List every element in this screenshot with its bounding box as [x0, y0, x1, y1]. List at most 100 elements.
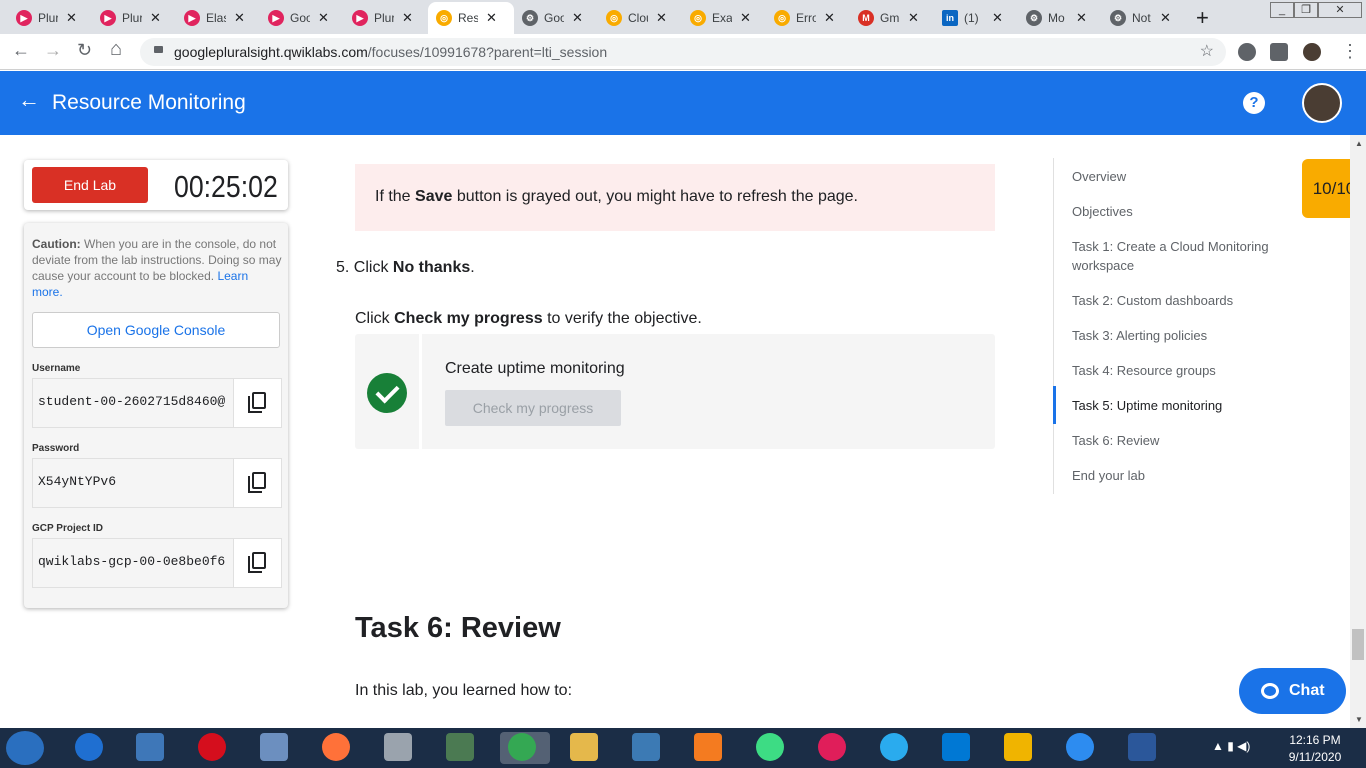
qwiklabs-favicon-icon: ◎ [436, 10, 452, 26]
tab-close-icon[interactable]: ✕ [740, 10, 751, 26]
tab-close-icon[interactable]: ✕ [486, 10, 497, 26]
system-tray[interactable]: ▲ ▮ ◀) [1212, 739, 1250, 753]
toc-item-overview[interactable]: Overview [1072, 167, 1287, 186]
lab-timer: 00:25:02 [174, 169, 278, 204]
tab-close-icon[interactable]: ✕ [824, 10, 835, 26]
check-my-progress-button[interactable]: Check my progress [445, 390, 621, 426]
android-studio-icon[interactable] [756, 733, 784, 761]
app-icon[interactable] [1066, 733, 1094, 761]
reload-icon[interactable]: ↻ [77, 40, 92, 61]
toc-item-task-4[interactable]: Task 4: Resource groups [1072, 361, 1287, 380]
browser-tab[interactable]: ⚙ Mo ✕ [1018, 2, 1102, 34]
back-arrow-icon[interactable]: ← [18, 87, 40, 113]
pluralsight-favicon-icon: ▶ [184, 10, 200, 26]
puzzle-extensions-icon[interactable] [1270, 43, 1288, 61]
browser-tab[interactable]: M Gm ✕ [850, 2, 934, 34]
copy-icon[interactable] [233, 539, 281, 587]
copy-icon[interactable] [233, 379, 281, 427]
scroll-down-icon[interactable]: ▼ [1355, 715, 1363, 724]
back-arrow-icon[interactable]: ← [12, 40, 30, 61]
remote-desktop-icon[interactable] [260, 733, 288, 761]
close-window-button[interactable]: ✕ [1318, 2, 1362, 18]
browser-tab[interactable]: ⚙ Goo ✕ [514, 2, 598, 34]
python-icon[interactable] [632, 733, 660, 761]
browser-tab[interactable]: ▶ Plur ✕ [8, 2, 92, 34]
toc-item-objectives[interactable]: Objectives [1072, 202, 1287, 221]
minimize-button[interactable]: _ [1270, 2, 1294, 18]
gmail-favicon-icon: M [858, 10, 874, 26]
username-field[interactable]: student-00-2602715d8460@ [32, 378, 282, 428]
firefox-icon[interactable] [322, 733, 350, 761]
address-bar[interactable]: googlepluralsight.qwiklabs.com/focuses/1… [140, 38, 1226, 66]
password-field[interactable]: X54yNtYPv6 [32, 458, 282, 508]
pluralsight-favicon-icon: ▶ [268, 10, 284, 26]
browser-tab[interactable]: ⚙ Not ✕ [1102, 2, 1186, 34]
scrollbar[interactable]: ▲ ▼ [1350, 135, 1366, 728]
scrollbar-thumb[interactable] [1352, 629, 1364, 660]
page-title: Resource Monitoring [52, 91, 246, 114]
browser-tab[interactable]: ◎ Exa ✕ [682, 2, 766, 34]
tab-close-icon[interactable]: ✕ [66, 10, 77, 26]
editor-icon[interactable] [446, 733, 474, 761]
restore-button[interactable]: ❐ [1294, 2, 1318, 18]
calculator-icon[interactable] [384, 733, 412, 761]
password-value[interactable]: X54yNtYPv6 [38, 474, 233, 489]
username-value[interactable]: student-00-2602715d8460@ [38, 394, 233, 409]
browser-tab-active[interactable]: ◎ Res ✕ [428, 2, 514, 34]
file-explorer-icon[interactable] [570, 733, 598, 761]
extension-icon[interactable] [1238, 43, 1256, 61]
internet-explorer-icon[interactable] [75, 733, 103, 761]
chat-bubble-icon [1261, 683, 1279, 699]
help-icon[interactable]: ? [1243, 92, 1265, 114]
home-icon[interactable]: ⌂ [110, 38, 122, 61]
toc-item-task-1[interactable]: Task 1: Create a Cloud Monitoring worksp… [1072, 237, 1287, 275]
scroll-up-icon[interactable]: ▲ [1355, 139, 1363, 148]
toc-item-task-3[interactable]: Task 3: Alerting policies [1072, 326, 1287, 345]
copy-icon[interactable] [233, 459, 281, 507]
vscode-icon[interactable] [942, 733, 970, 761]
browser-tab[interactable]: ▶ Plur ✕ [344, 2, 428, 34]
project-id-field[interactable]: qwiklabs-gcp-00-0e8be0f6 [32, 538, 282, 588]
browser-tab[interactable]: ▶ Plur ✕ [92, 2, 176, 34]
word-icon[interactable] [1128, 733, 1156, 761]
slack-icon[interactable] [818, 733, 846, 761]
new-tab-button[interactable]: + [1196, 5, 1209, 31]
tab-close-icon[interactable]: ✕ [402, 10, 413, 26]
toc-item-task-2[interactable]: Task 2: Custom dashboards [1072, 291, 1287, 310]
pluralsight-favicon-icon: ▶ [16, 10, 32, 26]
media-player-icon[interactable] [136, 733, 164, 761]
telegram-icon[interactable] [880, 733, 908, 761]
sticky-app-icon[interactable] [1004, 733, 1032, 761]
end-lab-button[interactable]: End Lab [32, 167, 148, 203]
toc-item-task-5[interactable]: Task 5: Uptime monitoring [1072, 396, 1287, 415]
chat-button[interactable]: Chat [1239, 668, 1346, 714]
tab-close-icon[interactable]: ✕ [234, 10, 245, 26]
tab-close-icon[interactable]: ✕ [150, 10, 161, 26]
tab-close-icon[interactable]: ✕ [992, 10, 1003, 26]
tab-close-icon[interactable]: ✕ [572, 10, 583, 26]
browser-tab[interactable]: ◎ Erro ✕ [766, 2, 850, 34]
project-id-value[interactable]: qwiklabs-gcp-00-0e8be0f6 [38, 554, 233, 569]
tab-close-icon[interactable]: ✕ [656, 10, 667, 26]
tab-close-icon[interactable]: ✕ [908, 10, 919, 26]
tab-close-icon[interactable]: ✕ [318, 10, 329, 26]
windows-start-icon[interactable] [6, 731, 44, 765]
toc-item-end-lab[interactable]: End your lab [1072, 466, 1287, 485]
user-avatar[interactable] [1302, 83, 1342, 123]
open-google-console-button[interactable]: Open Google Console [32, 312, 280, 348]
browser-tab[interactable]: ▶Elas✕ [176, 2, 260, 34]
browser-tab[interactable]: ◎Clou✕ [598, 2, 682, 34]
system-clock[interactable]: 12:16 PM 9/11/2020 [1280, 732, 1350, 766]
tab-close-icon[interactable]: ✕ [1160, 10, 1171, 26]
opera-icon[interactable] [198, 733, 226, 761]
browser-tab[interactable]: ▶ Goo ✕ [260, 2, 344, 34]
forward-arrow-icon[interactable]: → [44, 40, 62, 61]
profile-avatar-icon[interactable] [1303, 43, 1321, 61]
browser-tab[interactable]: in (1) ✕ [934, 2, 1018, 34]
toc-item-task-6[interactable]: Task 6: Review [1072, 431, 1287, 450]
browser-menu-icon[interactable]: ⋮ [1341, 41, 1359, 62]
sublime-text-icon[interactable] [694, 733, 722, 761]
chrome-icon[interactable] [508, 733, 536, 761]
tab-close-icon[interactable]: ✕ [1076, 10, 1087, 26]
bookmark-star-icon[interactable]: ☆ [1200, 41, 1214, 61]
